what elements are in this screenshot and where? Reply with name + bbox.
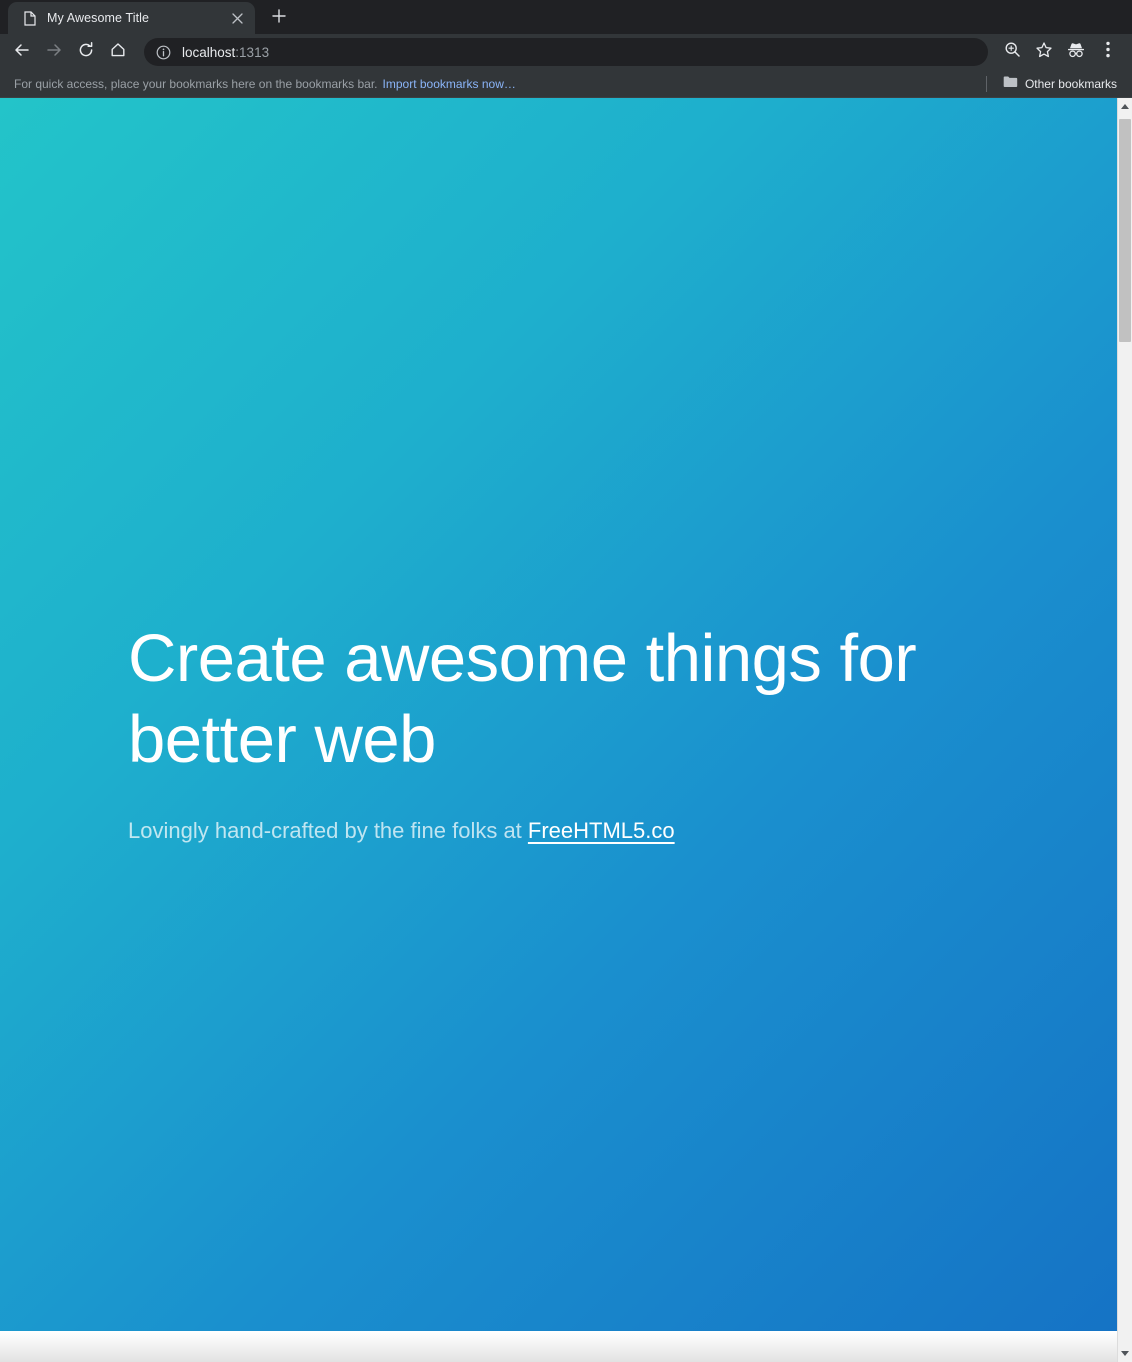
home-icon (109, 41, 127, 64)
browser-toolbar: localhost:1313 (0, 34, 1132, 70)
page-title: Create awesome things for better web (128, 621, 917, 777)
browser-window: My Awesome Title localhost:1313 For quic… (0, 0, 1132, 1362)
freehtml5-link[interactable]: FreeHTML5.co (528, 818, 675, 843)
scrollbar-up-button[interactable] (1118, 98, 1132, 115)
home-button[interactable] (102, 36, 134, 68)
reload-icon (77, 41, 95, 64)
page-viewport: Create awesome things for better web Lov… (0, 98, 1132, 1362)
bookmarks-separator (985, 75, 987, 92)
three-dot-menu-icon (1106, 41, 1110, 63)
document-icon (22, 10, 38, 26)
forward-button[interactable] (38, 36, 70, 68)
incognito-button[interactable] (1060, 36, 1092, 68)
other-bookmarks-label: Other bookmarks (1024, 76, 1117, 91)
folder-icon (1003, 75, 1018, 93)
back-button[interactable] (6, 36, 38, 68)
hero-content: Create awesome things for better web Lov… (128, 618, 1008, 846)
arrow-left-icon (13, 41, 31, 64)
tab-title: My Awesome Title (47, 11, 150, 25)
page-below-fold (0, 1331, 1117, 1362)
bookmark-star-button[interactable] (1028, 36, 1060, 68)
scroll-up-arrow-icon (1121, 104, 1129, 109)
scrollbar-down-button[interactable] (1118, 1345, 1132, 1362)
other-bookmarks-button[interactable]: Other bookmarks (996, 72, 1124, 96)
hero-section: Create awesome things for better web Lov… (0, 98, 1117, 1331)
vertical-scrollbar[interactable] (1117, 98, 1132, 1362)
scroll-down-arrow-icon (1121, 1351, 1129, 1356)
incognito-icon (1066, 41, 1086, 64)
zoom-in-icon (1004, 41, 1021, 63)
url-text: localhost:1313 (182, 45, 269, 60)
info-circle-icon[interactable] (155, 44, 171, 60)
browser-menu-button[interactable] (1092, 36, 1124, 68)
scrollbar-thumb[interactable] (1119, 119, 1131, 342)
plus-icon (272, 8, 286, 28)
import-bookmarks-link[interactable]: Import bookmarks now… (383, 77, 516, 91)
close-icon[interactable] (228, 9, 246, 27)
url-host: localhost (182, 44, 236, 60)
arrow-right-icon (45, 41, 63, 64)
tab-strip: My Awesome Title (0, 0, 1132, 34)
toolbar-actions (996, 36, 1124, 68)
bookmarks-bar-right: Other bookmarks (985, 72, 1124, 96)
hero-subtitle: Lovingly hand-crafted by the fine folks … (128, 816, 1008, 846)
address-bar[interactable]: localhost:1313 (144, 38, 988, 66)
reload-button[interactable] (70, 36, 102, 68)
browser-tab[interactable]: My Awesome Title (8, 2, 255, 34)
web-page-content: Create awesome things for better web Lov… (0, 98, 1117, 1362)
star-icon (1035, 41, 1053, 64)
new-tab-button[interactable] (265, 4, 293, 32)
zoom-button[interactable] (996, 36, 1028, 68)
url-port: :1313 (235, 44, 270, 60)
hero-subtitle-text: Lovingly hand-crafted by the fine folks … (128, 818, 528, 843)
bookmarks-bar: For quick access, place your bookmarks h… (0, 70, 1132, 98)
bookmarks-hint-text: For quick access, place your bookmarks h… (14, 76, 378, 91)
